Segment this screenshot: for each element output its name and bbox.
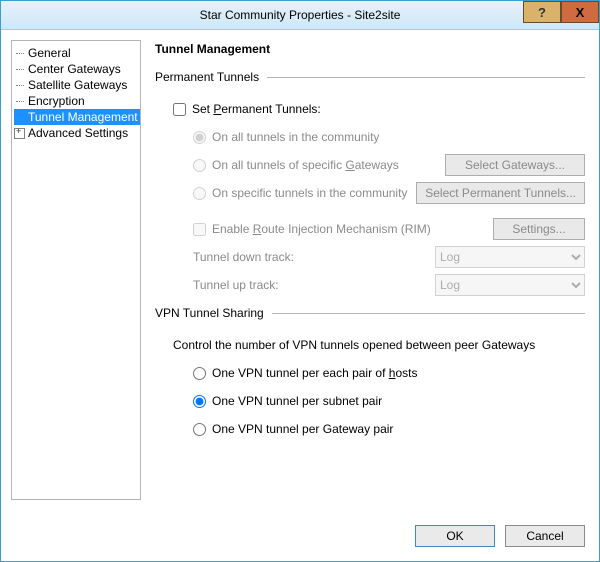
group-permanent-tunnels: Permanent Tunnels bbox=[155, 70, 585, 84]
opt-gateways-radio bbox=[193, 159, 206, 172]
set-permanent-checkbox[interactable] bbox=[173, 103, 186, 116]
close-icon: X bbox=[576, 5, 585, 20]
opt-specific-radio bbox=[193, 187, 206, 200]
opt-all-label: On all tunnels in the community bbox=[212, 130, 379, 144]
opt-subnet-label: One VPN tunnel per subnet pair bbox=[212, 394, 382, 408]
tunnel-down-label: Tunnel down track: bbox=[193, 250, 294, 264]
ok-button[interactable]: OK bbox=[415, 525, 495, 547]
set-permanent-row: Set Permanent Tunnels: bbox=[155, 98, 585, 120]
opt-hosts-label: One VPN tunnel per each pair of hosts bbox=[212, 366, 417, 380]
tree-item-general[interactable]: General bbox=[14, 45, 140, 61]
tunnel-up-label: Tunnel up track: bbox=[193, 278, 279, 292]
opt-gateways-row: On all tunnels of specific Gateways Sele… bbox=[155, 154, 585, 176]
help-button[interactable]: ? bbox=[523, 1, 561, 23]
dialog-window: Star Community Properties - Site2site ? … bbox=[0, 0, 600, 562]
opt-subnet-row: One VPN tunnel per subnet pair bbox=[155, 390, 585, 412]
opt-hosts-radio[interactable] bbox=[193, 367, 206, 380]
set-permanent-label: Set Permanent Tunnels: bbox=[192, 102, 321, 116]
opt-all-row: On all tunnels in the community bbox=[155, 126, 585, 148]
main-panel: Tunnel Management Permanent Tunnels Set … bbox=[151, 40, 589, 511]
opt-all-radio bbox=[193, 131, 206, 144]
cancel-button[interactable]: Cancel bbox=[505, 525, 585, 547]
opt-specific-label: On specific tunnels in the community bbox=[212, 186, 407, 200]
group-label-permanent: Permanent Tunnels bbox=[155, 70, 259, 84]
group-vpn-sharing: VPN Tunnel Sharing bbox=[155, 306, 585, 320]
divider bbox=[267, 77, 585, 78]
nav-tree[interactable]: General Center Gateways Satellite Gatewa… bbox=[11, 40, 141, 500]
page-title: Tunnel Management bbox=[155, 42, 585, 56]
tunnel-down-select: Log bbox=[435, 246, 585, 268]
tree-item-center-gateways[interactable]: Center Gateways bbox=[14, 61, 140, 77]
tunnel-up-row: Tunnel up track: Log bbox=[155, 274, 585, 296]
opt-gateway-row: One VPN tunnel per Gateway pair bbox=[155, 418, 585, 440]
opt-specific-row: On specific tunnels in the community Sel… bbox=[155, 182, 585, 204]
tunnel-down-row: Tunnel down track: Log bbox=[155, 246, 585, 268]
window-title: Star Community Properties - Site2site bbox=[200, 8, 401, 22]
rim-settings-button: Settings... bbox=[493, 218, 585, 240]
select-permanent-tunnels-button: Select Permanent Tunnels... bbox=[416, 182, 585, 204]
select-gateways-button: Select Gateways... bbox=[445, 154, 585, 176]
opt-hosts-row: One VPN tunnel per each pair of hosts bbox=[155, 362, 585, 384]
tree-item-satellite-gateways[interactable]: Satellite Gateways bbox=[14, 77, 140, 93]
rim-label: Enable Route Injection Mechanism (RIM) bbox=[212, 222, 431, 236]
client-area: General Center Gateways Satellite Gatewa… bbox=[1, 30, 599, 511]
opt-gateway-radio[interactable] bbox=[193, 423, 206, 436]
tree-item-tunnel-management[interactable]: Tunnel Management bbox=[14, 109, 140, 125]
opt-gateways-label: On all tunnels of specific Gateways bbox=[212, 158, 399, 172]
titlebar-buttons: ? X bbox=[523, 1, 599, 23]
rim-row: Enable Route Injection Mechanism (RIM) S… bbox=[155, 218, 585, 240]
tunnel-up-select: Log bbox=[435, 274, 585, 296]
sharing-desc-row: Control the number of VPN tunnels opened… bbox=[155, 334, 585, 356]
group-label-sharing: VPN Tunnel Sharing bbox=[155, 306, 264, 320]
opt-gateway-label: One VPN tunnel per Gateway pair bbox=[212, 422, 393, 436]
opt-subnet-radio[interactable] bbox=[193, 395, 206, 408]
tree-item-advanced-settings[interactable]: Advanced Settings bbox=[14, 125, 140, 141]
titlebar: Star Community Properties - Site2site ? … bbox=[1, 1, 599, 30]
dialog-footer: OK Cancel bbox=[1, 511, 599, 561]
divider bbox=[272, 313, 585, 314]
sharing-desc: Control the number of VPN tunnels opened… bbox=[173, 338, 535, 352]
close-button[interactable]: X bbox=[561, 1, 599, 23]
help-icon: ? bbox=[538, 5, 546, 20]
rim-checkbox bbox=[193, 223, 206, 236]
tree-item-encryption[interactable]: Encryption bbox=[14, 93, 140, 109]
